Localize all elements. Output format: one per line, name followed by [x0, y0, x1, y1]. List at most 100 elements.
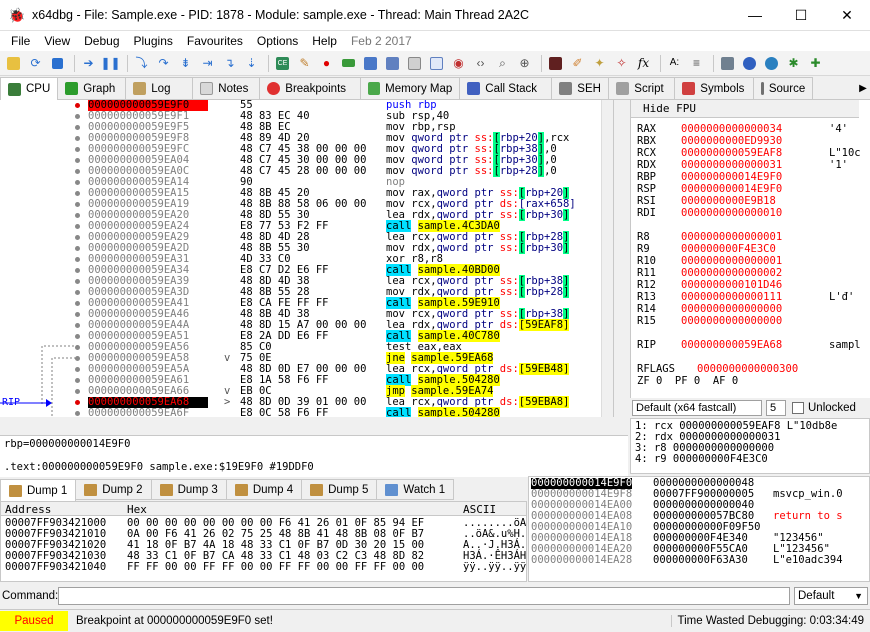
register-row[interactable]: R14 0000000000000000 [637, 304, 782, 315]
run-icon[interactable]: ➔ [79, 54, 98, 73]
register-row[interactable]: R15 0000000000000000 [637, 316, 782, 327]
menu-options[interactable]: Options [250, 34, 305, 48]
close-button[interactable]: ✕ [824, 0, 870, 31]
comments-icon[interactable] [427, 54, 446, 73]
register-row[interactable]: R8 0000000000000001 [637, 232, 782, 243]
breakpoint-dot-icon[interactable] [75, 301, 80, 306]
menu-plugins[interactable]: Plugins [127, 34, 180, 48]
handles-icon[interactable] [405, 54, 424, 73]
tab-dump-4[interactable]: Dump 4 [225, 479, 303, 500]
globe-icon[interactable] [762, 54, 781, 73]
step-into-icon[interactable]: ⤵ [132, 54, 151, 73]
stack-value[interactable]: 000000000F63A30 [653, 555, 748, 566]
register-row[interactable]: RDX 0000000000000031 '1' [637, 160, 848, 171]
tab-graph[interactable]: Graph [57, 77, 127, 99]
register-row[interactable]: R10 0000000000000001 [637, 256, 782, 267]
pause-icon[interactable]: ❚❚ [100, 54, 120, 73]
open-icon[interactable] [4, 54, 23, 73]
breakpoint-dot-icon[interactable] [75, 268, 80, 273]
stack-view[interactable]: 000000000014E9F0 0000000000000048 00000000… [528, 476, 870, 582]
close-file-icon[interactable] [48, 54, 67, 73]
highlight-icon[interactable] [546, 54, 565, 73]
list-icon[interactable]: ≡ [687, 54, 706, 73]
tab-seh[interactable]: SEH [551, 77, 610, 99]
step-over-icon[interactable]: ↷ [154, 54, 173, 73]
register-row[interactable]: RBP 000000000014E9F0 [637, 172, 782, 183]
breakpoint-icon[interactable]: ● [317, 54, 336, 73]
breakpoint-dot-icon[interactable] [75, 114, 80, 119]
register-row[interactable]: R13 0000000000000111 L'đ' [637, 292, 854, 303]
breakpoint-dot-icon[interactable] [75, 147, 80, 152]
disassembly-view[interactable]: 000000000059E9F0 55 push rbp 000000000059E9… [0, 100, 614, 417]
registers-panel[interactable]: Hide FPU RAX 0000000000000034 '4' RBX 000000… [630, 100, 870, 398]
breakpoint-dot-icon[interactable] [75, 103, 80, 108]
help-icon[interactable] [740, 54, 759, 73]
tab-breakpoints[interactable]: Breakpoints [259, 77, 362, 99]
breakpoint-dot-icon[interactable] [75, 257, 80, 262]
breakpoint-dot-icon[interactable] [75, 180, 80, 185]
hardware-icon[interactable]: ✦ [590, 54, 609, 73]
breakpoint-dot-icon[interactable] [75, 213, 80, 218]
register-row[interactable]: RDI 0000000000000010 [637, 208, 782, 219]
patch-icon[interactable]: ✎ [295, 54, 314, 73]
menu-view[interactable]: View [37, 34, 77, 48]
menu-help[interactable]: Help [305, 34, 344, 48]
menu-file[interactable]: File [4, 34, 37, 48]
stack-address[interactable]: 000000000014EA28 [531, 555, 632, 566]
breakpoint-dot-icon[interactable] [75, 279, 80, 284]
menu-favourites[interactable]: Favourites [180, 34, 250, 48]
disasm-row[interactable]: 000000000059EA6F E8 0C 58 F6 FF call sampl… [0, 407, 613, 417]
breakpoint-dot-icon[interactable] [75, 224, 80, 229]
fx-icon[interactable]: fx [634, 54, 653, 73]
breakpoint-dot-icon[interactable] [75, 290, 80, 295]
tab-dump-2[interactable]: Dump 2 [75, 479, 152, 500]
command-input[interactable] [58, 587, 790, 605]
tab-dump-5[interactable]: Dump 5 [301, 479, 378, 500]
bug-icon[interactable]: ✱ [784, 54, 803, 73]
breakpoint-dot-icon[interactable] [75, 158, 80, 163]
calls-icon[interactable]: ⌕ [493, 54, 512, 73]
labels-icon[interactable]: ◉ [449, 54, 468, 73]
tab-call-stack[interactable]: Call Stack [459, 77, 553, 99]
arguments-panel[interactable]: 1: rcx 000000000059EAF8 L"10db8e 2: rdx 0… [630, 418, 870, 474]
tab-source[interactable]: Source [753, 77, 814, 99]
trace-over-icon[interactable]: ⇣ [242, 54, 261, 73]
tab-log[interactable]: Log [125, 77, 194, 99]
calculator-icon[interactable] [718, 54, 737, 73]
breakpoint-dot-icon[interactable] [75, 246, 80, 251]
hex-icon[interactable]: ✧ [612, 54, 631, 73]
register-row[interactable]: ZF 0 PF 0 AF 0 [637, 376, 738, 387]
register-row[interactable]: R11 0000000000000002 [637, 268, 782, 279]
register-row[interactable]: RSP 000000000014E9F0 [637, 184, 782, 195]
find-icon[interactable]: ‹› [471, 54, 490, 73]
register-row[interactable]: RIP 000000000059EA68 sampl [637, 340, 861, 351]
register-row[interactable]: RSI 0000000000E9B18 [637, 196, 776, 207]
breakpoint-dot-icon[interactable] [75, 323, 80, 328]
tab-scroll-right-icon[interactable]: ▶ [856, 77, 870, 99]
breakpoint-dot-icon[interactable] [75, 202, 80, 207]
dump-address[interactable]: 00007FF903421040 [5, 562, 106, 573]
tab-memory-map[interactable]: Memory Map [360, 77, 461, 99]
tab-watch-1[interactable]: Watch 1 [376, 479, 455, 500]
breakpoint-dot-icon[interactable] [75, 312, 80, 317]
register-row[interactable] [637, 352, 681, 363]
tab-script[interactable]: Script [608, 77, 676, 99]
memory-icon[interactable] [339, 54, 358, 73]
breakpoint-dot-icon[interactable] [75, 125, 80, 130]
maximize-button[interactable]: ☐ [778, 0, 824, 31]
trace-into-icon[interactable]: ↴ [220, 54, 239, 73]
command-mode-select[interactable]: Default ▼ [794, 587, 868, 605]
register-row[interactable] [637, 328, 681, 339]
unlocked-checkbox[interactable] [792, 402, 804, 414]
calling-convention-select[interactable]: Default (x64 fastcall) [632, 400, 762, 416]
run-to-user-code-icon[interactable]: ⇥ [198, 54, 217, 73]
hex-dump-view[interactable]: Address Hex ASCII 00007FF903421000 00 00 … [0, 501, 527, 582]
hide-fpu-button[interactable]: Hide FPU [631, 100, 859, 118]
cpuid-icon[interactable]: ⊕ [515, 54, 534, 73]
breakpoint-dot-icon[interactable] [75, 169, 80, 174]
module-icon[interactable] [383, 54, 402, 73]
register-row[interactable]: R12 0000000000101D46 [637, 280, 782, 291]
register-row[interactable]: RCX 000000000059EAF8 L"10c [637, 148, 861, 159]
puzzle-icon[interactable]: ✚ [806, 54, 825, 73]
breakpoint-dot-icon[interactable] [75, 191, 80, 196]
